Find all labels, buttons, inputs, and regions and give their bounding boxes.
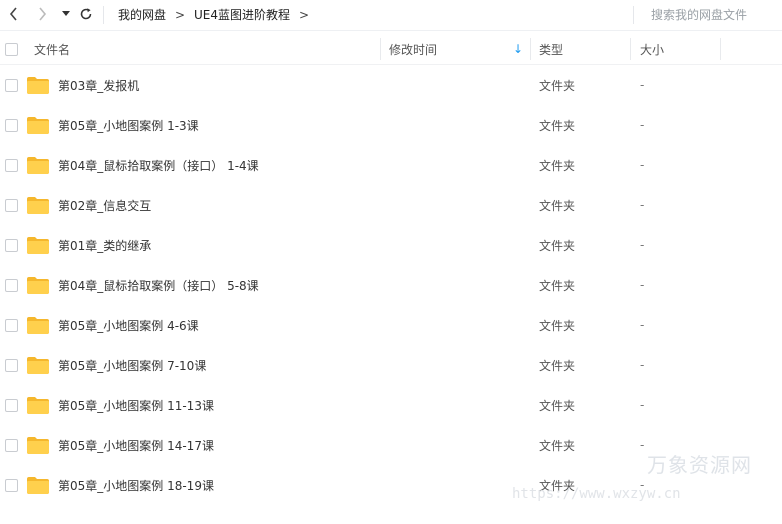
row-checkbox[interactable] <box>5 199 18 212</box>
row-checkbox[interactable] <box>5 399 18 412</box>
toolbar: 我的网盘 > UE4蓝图进阶教程 > <box>0 0 782 31</box>
folder-icon <box>27 437 49 458</box>
folder-icon <box>27 317 49 338</box>
file-type: 文件夹 <box>539 198 576 213</box>
row-checkbox[interactable] <box>5 119 18 132</box>
table-row[interactable]: 第05章_小地图案例 1-3课 文件夹 - <box>0 105 782 145</box>
column-name[interactable]: 文件名 <box>34 34 70 64</box>
table-row[interactable]: 第04章_鼠标拾取案例（接口） 1-4课 文件夹 - <box>0 145 782 185</box>
column-size[interactable]: 大小 <box>640 34 664 64</box>
file-type: 文件夹 <box>539 358 576 373</box>
file-size: - <box>640 198 645 212</box>
row-checkbox[interactable] <box>5 159 18 172</box>
column-divider <box>530 38 531 60</box>
row-checkbox[interactable] <box>5 359 18 372</box>
breadcrumb: 我的网盘 > UE4蓝图进阶教程 > <box>118 6 318 23</box>
file-size: - <box>640 158 645 172</box>
folder-icon <box>27 397 49 418</box>
table-row[interactable]: 第05章_小地图案例 11-13课 文件夹 - <box>0 385 782 425</box>
table-row[interactable]: 第05章_小地图案例 7-10课 文件夹 - <box>0 345 782 385</box>
refresh-icon[interactable] <box>76 4 96 24</box>
file-name[interactable]: 第05章_小地图案例 4-6课 <box>58 305 199 345</box>
file-name[interactable]: 第05章_小地图案例 11-13课 <box>58 385 214 425</box>
breadcrumb-root[interactable]: 我的网盘 <box>118 6 166 23</box>
folder-icon <box>27 117 49 138</box>
folder-icon <box>27 357 49 378</box>
column-modified[interactable]: 修改时间 <box>389 34 437 64</box>
row-checkbox[interactable] <box>5 439 18 452</box>
folder-icon <box>27 477 49 498</box>
row-checkbox[interactable] <box>5 79 18 92</box>
file-type: 文件夹 <box>539 118 576 133</box>
table-row[interactable]: 第03章_发报机 文件夹 - <box>0 65 782 105</box>
file-type: 文件夹 <box>539 78 576 93</box>
watermark-url: https://www.wxzyw.cn <box>512 486 681 502</box>
file-size: - <box>640 438 645 452</box>
column-divider <box>630 38 631 60</box>
file-name[interactable]: 第04章_鼠标拾取案例（接口） 5-8课 <box>58 265 259 305</box>
file-name[interactable]: 第03章_发报机 <box>58 65 139 105</box>
watermark-brand: 万象资源网 <box>647 453 752 477</box>
file-size: - <box>640 78 645 92</box>
file-name[interactable]: 第02章_信息交互 <box>58 185 151 225</box>
column-type[interactable]: 类型 <box>539 34 563 64</box>
folder-icon <box>27 277 49 298</box>
forward-arrow-icon[interactable] <box>32 4 52 24</box>
file-name[interactable]: 第05章_小地图案例 1-3课 <box>58 105 199 145</box>
table-row[interactable]: 第04章_鼠标拾取案例（接口） 5-8课 文件夹 - <box>0 265 782 305</box>
table-row[interactable]: 第01章_类的继承 文件夹 - <box>0 225 782 265</box>
select-all-checkbox[interactable] <box>5 34 18 64</box>
toolbar-divider <box>103 6 104 24</box>
row-checkbox[interactable] <box>5 479 18 492</box>
file-size: - <box>640 118 645 132</box>
column-divider <box>380 38 381 60</box>
file-size: - <box>640 318 645 332</box>
row-checkbox[interactable] <box>5 319 18 332</box>
file-type: 文件夹 <box>539 318 576 333</box>
breadcrumb-separator: > <box>174 7 186 22</box>
file-type: 文件夹 <box>539 158 576 173</box>
file-name[interactable]: 第05章_小地图案例 18-19课 <box>58 465 214 505</box>
folder-icon <box>27 157 49 178</box>
file-size: - <box>640 398 645 412</box>
file-size: - <box>640 238 645 252</box>
search-divider <box>633 6 634 24</box>
row-checkbox[interactable] <box>5 239 18 252</box>
folder-icon <box>27 197 49 218</box>
column-header: 文件名 修改时间 ↓ 类型 大小 <box>0 34 782 65</box>
breadcrumb-trailing-separator[interactable]: > <box>290 8 318 22</box>
file-type: 文件夹 <box>539 238 576 253</box>
row-checkbox[interactable] <box>5 279 18 292</box>
folder-icon <box>27 77 49 98</box>
file-size: - <box>640 358 645 372</box>
table-row[interactable]: 第05章_小地图案例 4-6课 文件夹 - <box>0 305 782 345</box>
file-name[interactable]: 第01章_类的继承 <box>58 225 151 265</box>
column-divider <box>720 38 721 60</box>
file-type: 文件夹 <box>539 398 576 413</box>
table-row[interactable]: 第02章_信息交互 文件夹 - <box>0 185 782 225</box>
breadcrumb-current[interactable]: UE4蓝图进阶教程 <box>194 6 290 23</box>
file-name[interactable]: 第05章_小地图案例 7-10课 <box>58 345 206 385</box>
file-size: - <box>640 278 645 292</box>
folder-icon <box>27 237 49 258</box>
file-name[interactable]: 第04章_鼠标拾取案例（接口） 1-4课 <box>58 145 259 185</box>
file-type: 文件夹 <box>539 438 576 453</box>
search-input[interactable] <box>643 4 782 26</box>
back-arrow-icon[interactable] <box>4 4 24 24</box>
file-name[interactable]: 第05章_小地图案例 14-17课 <box>58 425 214 465</box>
dropdown-icon[interactable] <box>56 4 76 24</box>
file-type: 文件夹 <box>539 278 576 293</box>
sort-arrow-icon[interactable]: ↓ <box>513 34 523 64</box>
